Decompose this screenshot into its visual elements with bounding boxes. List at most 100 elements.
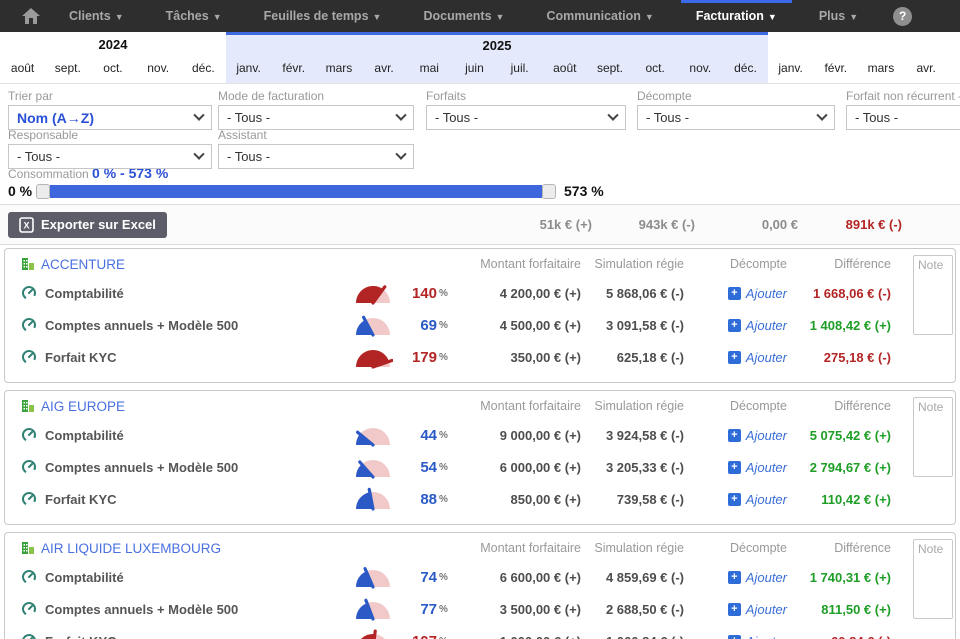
decompte-select[interactable]: - Tous -	[637, 105, 835, 130]
month-cell[interactable]: févr.	[271, 56, 316, 83]
client-note-input[interactable]	[913, 255, 953, 335]
column-header-decompte: Décompte	[684, 257, 787, 271]
percent-sign: %	[439, 462, 451, 473]
total-difference: 891k € (-)	[798, 217, 902, 232]
month-cell[interactable]: févr.	[813, 56, 858, 83]
simulation-value: 4 859,69 € (-)	[581, 570, 684, 585]
difference-value: 110,42 € (+)	[787, 492, 891, 507]
task-row: Forfait KYC 107 % 1 000,00 € (+) 1 060,8…	[5, 625, 955, 639]
client-name-link[interactable]: ACCENTURE	[5, 257, 451, 272]
month-cell[interactable]: oct.	[633, 56, 678, 83]
gauge-icon	[21, 569, 37, 585]
plus-icon: +	[728, 571, 741, 584]
percent-sign: %	[439, 494, 451, 505]
difference-value: 2 794,67 € (+)	[787, 460, 891, 475]
column-header-difference: Différence	[787, 541, 891, 555]
difference-value: 1 668,06 € (-)	[787, 286, 891, 301]
add-decompte-button[interactable]: +Ajouter	[684, 350, 787, 365]
task-name: Comptabilité	[5, 285, 333, 301]
plus-icon: +	[728, 429, 741, 442]
month-cell[interactable]: nov.	[136, 56, 181, 83]
month-cell[interactable]: mars	[316, 56, 361, 83]
month-cell[interactable]: déc.	[723, 56, 768, 83]
year-2024-block: 2024 août sept. oct. nov. déc.	[0, 32, 226, 83]
slider-handle-left[interactable]	[36, 184, 50, 199]
building-icon	[21, 541, 35, 555]
responsable-select[interactable]: - Tous -	[8, 144, 212, 169]
nav-feuilles-de-temps[interactable]: Feuilles de temps▼	[243, 0, 403, 32]
task-name: Forfait KYC	[5, 491, 333, 507]
month-cell[interactable]: juil.	[497, 56, 542, 83]
nav-facturation[interactable]: Facturation▼	[675, 0, 798, 32]
simulation-value: 739,58 € (-)	[581, 492, 684, 507]
building-icon	[21, 257, 35, 271]
task-name: Comptabilité	[5, 427, 333, 443]
client-name-link[interactable]: AIR LIQUIDE LUXEMBOURG	[5, 541, 451, 556]
client-name-link[interactable]: AIG EUROPE	[5, 399, 451, 414]
caret-down-icon: ▼	[768, 12, 777, 22]
chevron-down-icon	[816, 109, 827, 120]
consumption-filter: Consommation 0 % - 573 % 0 % 573 %	[0, 163, 960, 204]
consumption-percent: 74	[397, 569, 437, 586]
help-button[interactable]: ?	[893, 7, 912, 26]
add-decompte-button[interactable]: +Ajouter	[684, 634, 787, 639]
nav-documents[interactable]: Documents▼	[402, 0, 525, 32]
consumption-percent: 69	[397, 317, 437, 334]
gauge-icon	[21, 633, 37, 639]
add-decompte-button[interactable]: +Ajouter	[684, 602, 787, 617]
export-excel-button[interactable]: X Exporter sur Excel	[8, 212, 167, 238]
client-note-input[interactable]	[913, 539, 953, 619]
month-cell[interactable]: janv.	[768, 56, 813, 83]
consumption-percent: 54	[397, 459, 437, 476]
total-simulation: 943k € (-)	[592, 217, 695, 232]
slider-min-label: 0 %	[8, 183, 36, 199]
month-cell[interactable]: janv.	[226, 56, 271, 83]
total-montant: 51k € (+)	[462, 217, 592, 232]
month-cell[interactable]: sept.	[587, 56, 632, 83]
client-note-input[interactable]	[913, 397, 953, 477]
consumption-slider[interactable]	[36, 184, 556, 199]
plus-icon: +	[728, 351, 741, 364]
forfait-nr-select[interactable]: - Tous -	[846, 105, 960, 130]
add-decompte-button[interactable]: +Ajouter	[684, 492, 787, 507]
month-cell[interactable]: oct.	[90, 56, 135, 83]
slider-handle-right[interactable]	[542, 184, 556, 199]
month-cell[interactable]: nov.	[678, 56, 723, 83]
simulation-value: 2 688,50 € (-)	[581, 602, 684, 617]
column-header-montant: Montant forfaitaire	[451, 399, 581, 413]
caret-down-icon: ▼	[213, 12, 222, 22]
month-cell[interactable]: avr.	[362, 56, 407, 83]
forfaits-select[interactable]: - Tous -	[426, 105, 626, 130]
add-decompte-button[interactable]: +Ajouter	[684, 460, 787, 475]
month-cell[interactable]: août	[542, 56, 587, 83]
client-card: AIG EUROPE Montant forfaitaire Simulatio…	[4, 390, 956, 525]
month-cell[interactable]: déc.	[181, 56, 226, 83]
filters-bar: Trier par Nom (A→Z) Mode de facturation …	[0, 84, 960, 163]
nav-taches[interactable]: Tâches▼	[145, 0, 243, 32]
nav-communication[interactable]: Communication▼	[525, 0, 674, 32]
add-decompte-button[interactable]: +Ajouter	[684, 286, 787, 301]
task-row: Forfait KYC 88 % 850,00 € (+) 739,58 € (…	[5, 483, 955, 515]
add-decompte-button[interactable]: +Ajouter	[684, 318, 787, 333]
sort-select[interactable]: Nom (A→Z)	[8, 105, 212, 130]
month-cell[interactable]: mars	[858, 56, 903, 83]
month-cell[interactable]: août	[0, 56, 45, 83]
column-header-decompte: Décompte	[684, 541, 787, 555]
add-decompte-button[interactable]: +Ajouter	[684, 570, 787, 585]
task-name: Forfait KYC	[5, 633, 333, 639]
nav-plus[interactable]: Plus▼	[798, 0, 879, 32]
nav-clients[interactable]: Clients▼	[48, 0, 145, 32]
billing-mode-select[interactable]: - Tous -	[218, 105, 414, 130]
assistant-select[interactable]: - Tous -	[218, 144, 414, 169]
consumption-gauge: 179 %	[333, 345, 451, 369]
montant-value: 1 000,00 € (+)	[451, 634, 581, 639]
month-cell[interactable]: avr.	[904, 56, 949, 83]
consumption-gauge: 54 %	[333, 455, 451, 479]
month-cell[interactable]: juin	[452, 56, 497, 83]
home-button[interactable]	[14, 0, 48, 32]
simulation-value: 5 868,06 € (-)	[581, 286, 684, 301]
month-cell[interactable]: sept.	[45, 56, 90, 83]
task-row: Comptes annuels + Modèle 500 54 % 6 000,…	[5, 451, 955, 483]
add-decompte-button[interactable]: +Ajouter	[684, 428, 787, 443]
month-cell[interactable]: mai	[407, 56, 452, 83]
